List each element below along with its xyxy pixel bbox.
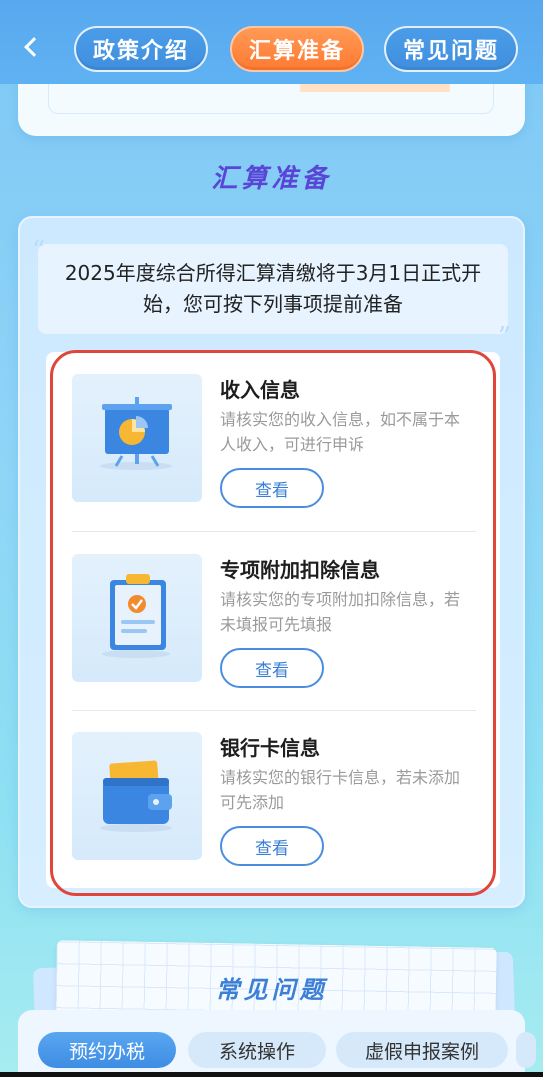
bottom-edge bbox=[0, 1072, 543, 1077]
clipboard-check-icon bbox=[72, 554, 202, 682]
chip-false-declaration-cases[interactable]: 虚假申报案例 bbox=[336, 1032, 508, 1068]
tab-faq[interactable]: 常见问题 bbox=[384, 26, 518, 72]
chip-more[interactable] bbox=[516, 1032, 536, 1068]
preparation-card: 2025年度综合所得汇算清缴将于3月1日正式开始，您可按下列事项提前准备 “ ” bbox=[18, 216, 525, 908]
list-item-special-deduction: 专项附加扣除信息 请核实您的专项附加扣除信息，若未填报可先填报 查看 bbox=[72, 532, 476, 712]
view-deduction-button[interactable]: 查看 bbox=[220, 648, 324, 688]
list-item-income: 收入信息 请核实您的收入信息，如不属于本人收入，可进行申诉 查看 bbox=[72, 352, 476, 532]
presentation-chart-icon bbox=[72, 374, 202, 502]
view-income-button[interactable]: 查看 bbox=[220, 468, 324, 508]
wallet-icon bbox=[72, 732, 202, 860]
back-arrow-icon[interactable] bbox=[14, 30, 48, 64]
list-item-bank-card: 银行卡信息 请核实您的银行卡信息，若未添加可先添加 查看 bbox=[72, 710, 476, 890]
tab-policy-intro[interactable]: 政策介绍 bbox=[74, 26, 208, 72]
item-description: 请核实您的收入信息，如不属于本人收入，可进行申诉 bbox=[220, 410, 461, 454]
preparation-list: 收入信息 请核实您的收入信息，如不属于本人收入，可进行申诉 查看 专项附加扣除信… bbox=[46, 352, 500, 888]
section-title: 汇算准备 bbox=[211, 164, 332, 194]
item-title: 收入信息 bbox=[220, 378, 300, 402]
item-description: 请核实您的银行卡信息，若未添加可先添加 bbox=[220, 768, 461, 812]
previous-card-strip bbox=[300, 84, 450, 92]
quote-open-icon: “ bbox=[32, 236, 46, 266]
chip-appointment[interactable]: 预约办税 bbox=[38, 1032, 176, 1068]
view-bank-card-button[interactable]: 查看 bbox=[220, 826, 324, 866]
item-title: 银行卡信息 bbox=[220, 736, 320, 760]
faq-title: 常见问题 bbox=[215, 976, 328, 1004]
item-description: 请核实您的专项附加扣除信息，若未填报可先填报 bbox=[220, 590, 461, 634]
item-title: 专项附加扣除信息 bbox=[220, 558, 380, 582]
top-nav-bar: 政策介绍 汇算准备 常见问题 bbox=[0, 0, 543, 84]
chip-system-operation[interactable]: 系统操作 bbox=[188, 1032, 326, 1068]
faq-chip-bar: 预约办税 系统操作 虚假申报案例 bbox=[18, 1010, 536, 1077]
tab-filing-preparation[interactable]: 汇算准备 bbox=[230, 26, 364, 72]
intro-text: 2025年度综合所得汇算清缴将于3月1日正式开始，您可按下列事项提前准备 bbox=[38, 244, 508, 334]
quote-close-icon: ” bbox=[497, 322, 511, 352]
